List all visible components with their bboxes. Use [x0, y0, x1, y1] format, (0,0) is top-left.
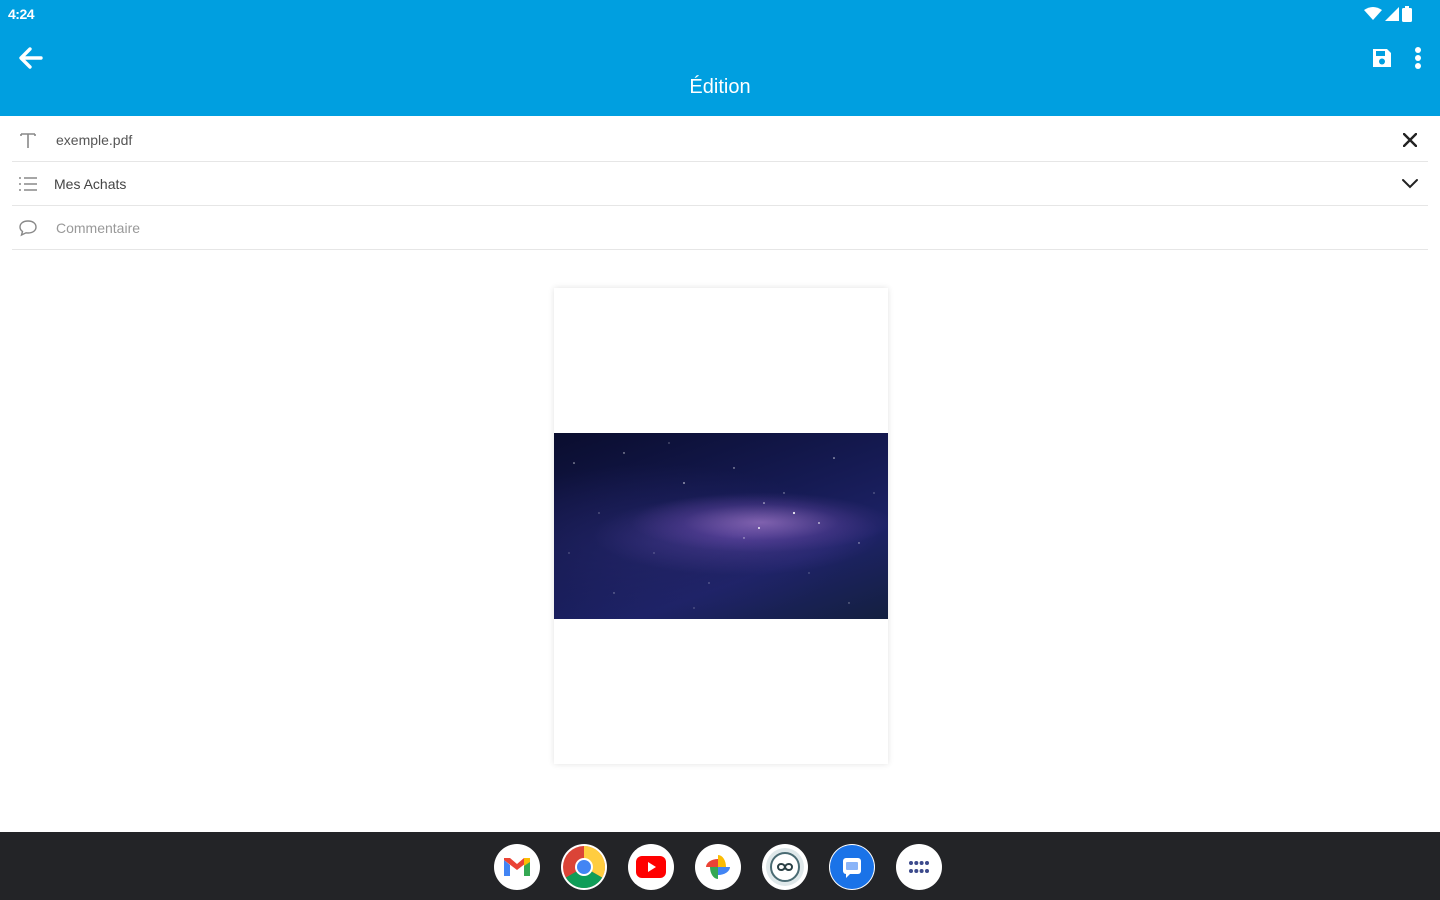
app-bar: 4:24 Édition [0, 0, 1440, 116]
app-drawer-icon [909, 861, 929, 873]
wifi-icon [1364, 7, 1382, 20]
list-icon [12, 176, 48, 192]
edit-form: Mes Achats [0, 118, 1440, 250]
chevron-down-icon [1402, 179, 1418, 189]
more-options-button[interactable] [1408, 44, 1428, 72]
gmail-app[interactable] [494, 844, 540, 890]
back-button[interactable] [14, 42, 46, 74]
arrow-left-icon [19, 47, 43, 69]
app-dock [494, 844, 942, 890]
page-title: Édition [689, 76, 751, 98]
app-drawer[interactable] [896, 844, 942, 890]
youtube-app[interactable] [628, 844, 674, 890]
signal-icon [1385, 7, 1399, 21]
filename-input[interactable] [48, 118, 1428, 161]
chrome-app[interactable] [561, 844, 607, 890]
battery-icon [1402, 6, 1412, 22]
filename-row [12, 118, 1428, 162]
save-button[interactable] [1368, 44, 1396, 72]
category-row[interactable]: Mes Achats [12, 162, 1428, 206]
photos-app[interactable] [695, 844, 741, 890]
chrome-icon [563, 846, 606, 889]
category-dropdown-button[interactable] [1396, 170, 1424, 198]
messages-app[interactable] [829, 844, 875, 890]
status-time: 4:24 [8, 6, 35, 22]
close-icon [1403, 133, 1417, 147]
comment-input[interactable] [48, 206, 1428, 249]
photos-icon [706, 855, 730, 879]
gmail-icon [504, 858, 530, 876]
app-icon [766, 848, 804, 886]
status-icons [1364, 6, 1412, 22]
more-vertical-icon [1415, 47, 1421, 69]
document-preview [0, 252, 1440, 832]
galaxy-image [554, 433, 888, 619]
messages-icon [830, 845, 874, 889]
taskbar [0, 832, 1440, 900]
comment-icon [12, 219, 48, 237]
text-icon [12, 130, 48, 150]
youtube-icon [636, 856, 666, 878]
pdf-page[interactable] [554, 288, 888, 764]
generic-app[interactable] [762, 844, 808, 890]
category-select[interactable]: Mes Achats [48, 176, 1428, 192]
clear-filename-button[interactable] [1396, 126, 1424, 154]
save-icon [1373, 49, 1391, 67]
comment-row [12, 206, 1428, 250]
